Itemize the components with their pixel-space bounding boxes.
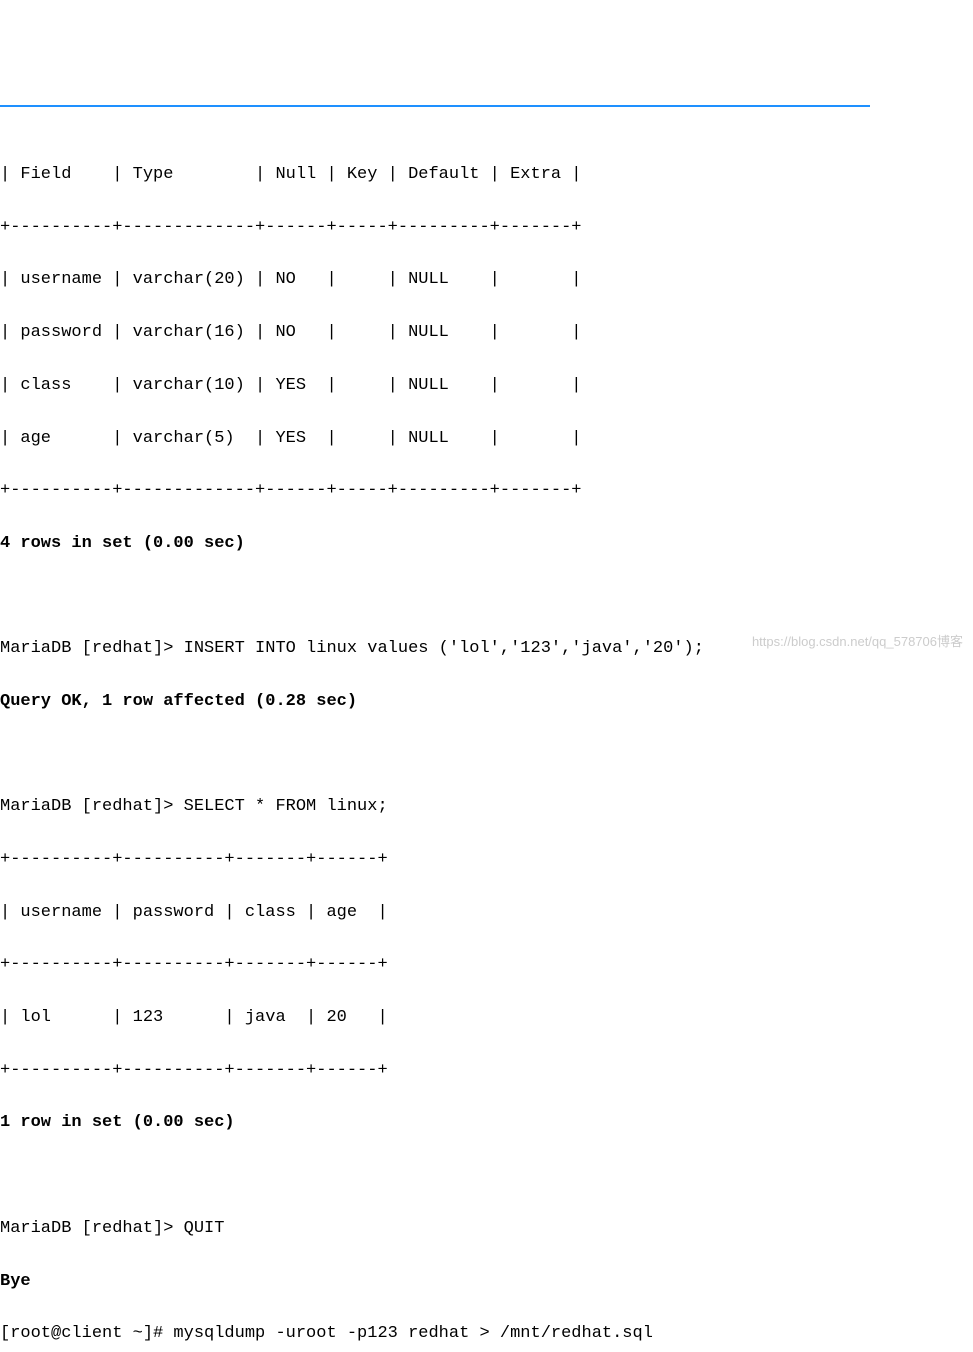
desc-table-separator: +----------+-------------+------+-----+-…	[0, 215, 973, 241]
desc-table-row: | password | varchar(16) | NO | | NULL |…	[0, 320, 973, 346]
terminal-output: | Field | Type | Null | Key | Default | …	[0, 134, 973, 1352]
shell-mysqldump-command: [root@client ~]# mysqldump -uroot -p123 …	[0, 1321, 973, 1347]
bye-output: Bye	[0, 1269, 973, 1295]
desc-table-row: | class | varchar(10) | YES | | NULL | |	[0, 373, 973, 399]
select-table-separator: +----------+----------+-------+------+	[0, 952, 973, 978]
blank-line	[0, 584, 973, 610]
quit-command: MariaDB [redhat]> QUIT	[0, 1216, 973, 1242]
blank-line	[0, 742, 973, 768]
select-table-separator: +----------+----------+-------+------+	[0, 847, 973, 873]
desc-summary: 4 rows in set (0.00 sec)	[0, 531, 973, 557]
desc-table-row: | username | varchar(20) | NO | | NULL |…	[0, 267, 973, 293]
blank-line	[0, 1163, 973, 1189]
watermark-text: https://blog.csdn.net/qq_578706博客	[752, 632, 963, 652]
select-command: MariaDB [redhat]> SELECT * FROM linux;	[0, 794, 973, 820]
desc-table-row: | age | varchar(5) | YES | | NULL | |	[0, 426, 973, 452]
desc-table-separator: +----------+-------------+------+-----+-…	[0, 478, 973, 504]
window-top-border	[0, 105, 870, 107]
select-table-separator: +----------+----------+-------+------+	[0, 1058, 973, 1084]
insert-result: Query OK, 1 row affected (0.28 sec)	[0, 689, 973, 715]
select-summary: 1 row in set (0.00 sec)	[0, 1110, 973, 1136]
desc-table-header: | Field | Type | Null | Key | Default | …	[0, 162, 973, 188]
select-table-row: | lol | 123 | java | 20 |	[0, 1005, 973, 1031]
select-table-header: | username | password | class | age |	[0, 900, 973, 926]
